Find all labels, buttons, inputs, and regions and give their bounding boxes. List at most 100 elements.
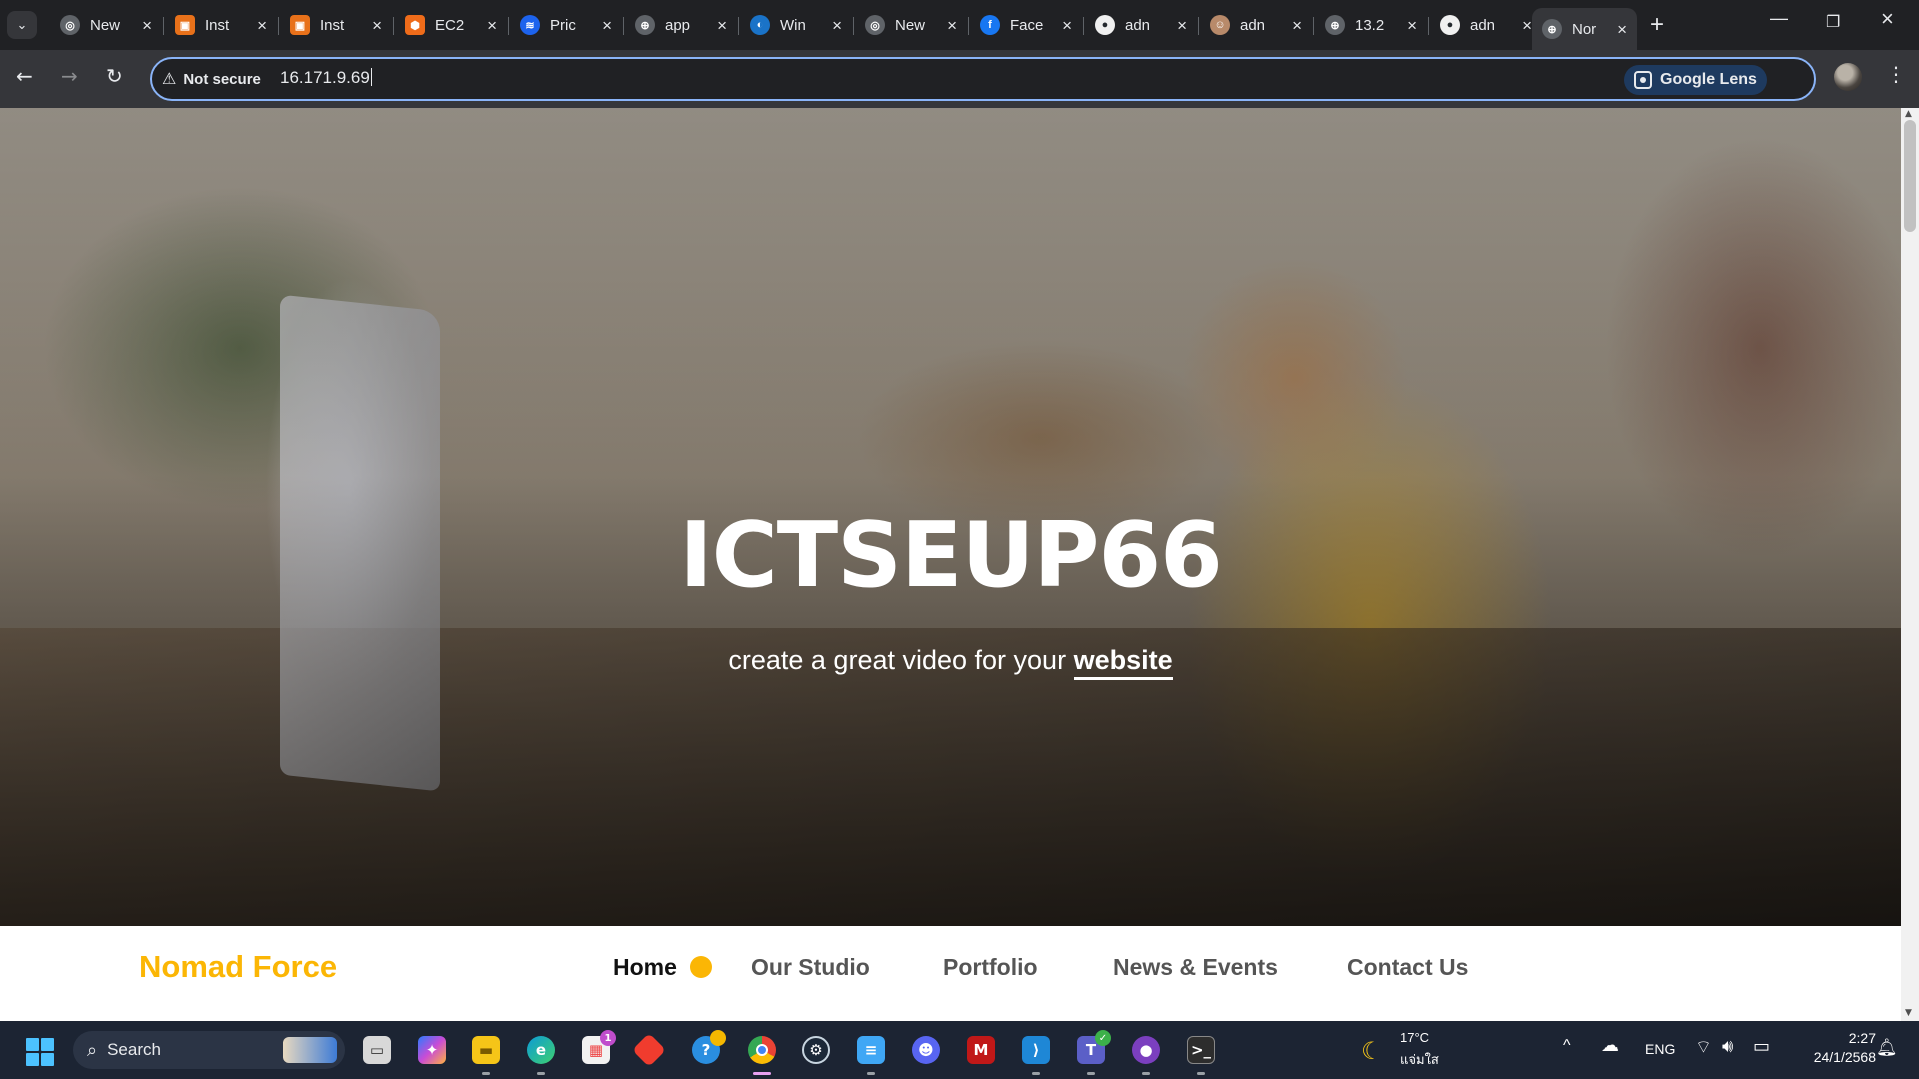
tab-title: 13.2 xyxy=(1355,16,1385,34)
close-icon[interactable]: × xyxy=(487,17,497,34)
browser-tab[interactable]: ▣ Inst × xyxy=(165,8,277,42)
discord-icon[interactable]: ☻ xyxy=(912,1036,940,1064)
close-icon[interactable]: × xyxy=(257,17,267,34)
taskbar-search-label: Search xyxy=(107,1040,161,1059)
browser-tab[interactable]: ☺ adn × xyxy=(1200,8,1312,42)
notepad-icon[interactable]: ≡ xyxy=(857,1036,885,1064)
arrow-right-icon: → xyxy=(61,64,78,88)
avatar-icon: ☺ xyxy=(1210,15,1230,35)
close-icon[interactable]: × xyxy=(1522,17,1532,34)
hero-title: ICTSEUP66 xyxy=(679,503,1223,608)
hero-subtitle-emphasis: website xyxy=(1073,645,1173,680)
battery-icon[interactable]: ▭ xyxy=(1753,1036,1770,1057)
tab-title: New xyxy=(90,16,121,34)
clock-time[interactable]: 2:27 xyxy=(1806,1030,1876,1046)
browser-tab[interactable]: ⊕ app × xyxy=(625,8,737,42)
notification-bell-icon[interactable]: 🔔︎ xyxy=(1876,1038,1898,1058)
nav-item-portfolio[interactable]: Portfolio xyxy=(943,954,1038,981)
start-button[interactable] xyxy=(26,1038,54,1066)
nav-item-home[interactable]: Home xyxy=(613,954,677,981)
browser-tab[interactable]: ⬢ EC2 × xyxy=(395,8,507,42)
browser-tab-active[interactable]: ⊕ Nor × xyxy=(1532,8,1637,50)
profile-avatar[interactable] xyxy=(1834,63,1862,91)
tab-search-button[interactable]: ⌄ xyxy=(7,11,37,39)
page-scrollbar[interactable]: ▲ ▼ xyxy=(1901,108,1919,1021)
plus-icon: + xyxy=(1650,11,1665,38)
more-menu-icon[interactable]: ⋮ xyxy=(1886,62,1906,86)
github-icon: ● xyxy=(1095,15,1115,35)
new-tab-button[interactable]: + xyxy=(1650,11,1664,39)
browser-tab[interactable]: ● adn × xyxy=(1085,8,1197,42)
onedrive-cloud-icon[interactable]: ☁ xyxy=(1601,1035,1619,1056)
forward-button[interactable]: → xyxy=(61,64,78,88)
chrome-icon: ◎ xyxy=(865,15,885,35)
arrow-left-icon: ← xyxy=(16,64,33,88)
copilot-icon[interactable]: ✦ xyxy=(418,1036,446,1064)
show-hidden-icons-icon[interactable]: ^ xyxy=(1563,1037,1571,1055)
google-lens-button[interactable]: Google Lens xyxy=(1624,65,1767,95)
clock-date[interactable]: 24/1/2568 xyxy=(1796,1049,1876,1065)
scroll-down-icon[interactable]: ▼ xyxy=(1905,1008,1912,1018)
close-icon[interactable]: × xyxy=(717,17,727,34)
volume-icon[interactable]: 🔊︎ xyxy=(1722,1036,1733,1057)
google-lens-label: Google Lens xyxy=(1660,71,1757,88)
close-icon[interactable]: × xyxy=(1177,17,1187,34)
tab-title: adn xyxy=(1125,16,1151,34)
close-icon[interactable]: × xyxy=(1292,17,1302,34)
nav-item-news-events[interactable]: News & Events xyxy=(1113,954,1278,981)
tab-title: Pric xyxy=(550,16,576,34)
browser-tab[interactable]: ≋ Pric × xyxy=(510,8,622,42)
notification-badge xyxy=(710,1030,726,1046)
facebook-icon: f xyxy=(980,15,1000,35)
folder-icon[interactable]: ▬ xyxy=(472,1036,500,1064)
input-language[interactable]: ENG xyxy=(1645,1041,1675,1057)
browser-tab[interactable]: ⊕ 13.2 × xyxy=(1315,8,1427,42)
nav-item-contact-us[interactable]: Contact Us xyxy=(1347,954,1468,981)
security-chip[interactable]: ⚠ Not secure xyxy=(162,69,261,89)
close-icon[interactable]: × xyxy=(832,17,842,34)
git-icon[interactable] xyxy=(632,1033,666,1067)
url-text[interactable]: 16.171.9.69 xyxy=(280,68,372,88)
close-window-button[interactable]: × xyxy=(1881,6,1894,32)
weather-temperature[interactable]: 17°C xyxy=(1400,1030,1429,1045)
weather-description[interactable]: แจ่มใส xyxy=(1400,1049,1439,1070)
github-desktop-icon[interactable]: ● xyxy=(1132,1036,1160,1064)
browser-tab[interactable]: ◐ Win × xyxy=(740,8,852,42)
browser-tab[interactable]: ▣ Inst × xyxy=(280,8,392,42)
steam-icon[interactable]: ⚙ xyxy=(802,1036,830,1064)
close-icon[interactable]: × xyxy=(372,17,382,34)
running-indicator xyxy=(1197,1072,1205,1075)
wifi-icon[interactable]: ⌔ xyxy=(1695,1036,1712,1059)
search-icon: ⌕ xyxy=(87,1039,98,1060)
tab-separator xyxy=(1198,17,1199,35)
close-icon[interactable]: × xyxy=(947,17,957,34)
scroll-up-icon[interactable]: ▲ xyxy=(1905,109,1912,119)
chrome-icon[interactable] xyxy=(748,1036,776,1064)
mcafee-icon[interactable]: M xyxy=(967,1036,995,1064)
close-icon[interactable]: × xyxy=(142,17,152,34)
close-icon[interactable]: × xyxy=(1407,17,1417,34)
browser-tab[interactable]: ◎ New × xyxy=(855,8,967,42)
scroll-thumb[interactable] xyxy=(1904,120,1916,232)
restore-button[interactable]: ❐ xyxy=(1826,12,1840,32)
site-brand[interactable]: Nomad Force xyxy=(139,949,337,985)
close-icon[interactable]: × xyxy=(1617,21,1627,38)
edge-icon[interactable]: e xyxy=(527,1036,555,1064)
close-icon[interactable]: × xyxy=(1062,17,1072,34)
browser-tab[interactable]: ● adn × xyxy=(1430,8,1542,42)
chevron-down-icon: ⌄ xyxy=(16,17,28,33)
browser-tab[interactable]: ◎ New × xyxy=(50,8,162,42)
back-button[interactable]: ← xyxy=(16,64,33,88)
taskbar-search[interactable]: ⌕ Search xyxy=(73,1031,345,1069)
address-bar[interactable]: ⚠ Not secure 16.171.9.69 Google Lens ☆ xyxy=(150,57,1816,101)
browser-tab[interactable]: f Face × xyxy=(970,8,1082,42)
reload-button[interactable]: ↻ xyxy=(106,64,123,88)
close-icon: × xyxy=(1881,6,1894,31)
close-icon[interactable]: × xyxy=(602,17,612,34)
tab-title: Nor xyxy=(1572,20,1597,38)
task-view-icon[interactable]: ▭ xyxy=(363,1036,391,1064)
minimize-button[interactable]: — xyxy=(1770,8,1788,29)
nav-item-our-studio[interactable]: Our Studio xyxy=(751,954,870,981)
vscode-icon[interactable]: ⟩ xyxy=(1022,1036,1050,1064)
terminal-icon[interactable]: >_ xyxy=(1187,1036,1215,1064)
